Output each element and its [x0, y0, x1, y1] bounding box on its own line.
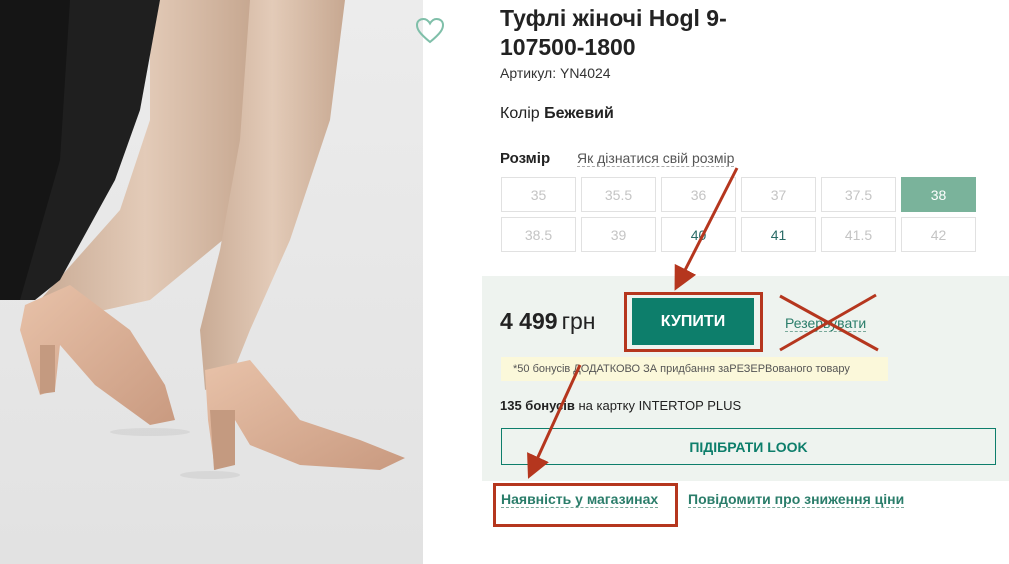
product-photo	[0, 0, 423, 564]
size-option[interactable]: 37.5	[821, 177, 896, 212]
favorite-button[interactable]	[415, 17, 445, 45]
size-option[interactable]: 38.5	[501, 217, 576, 252]
product-sku: Артикул: YN4024	[500, 65, 611, 81]
size-option[interactable]: 41	[741, 217, 816, 252]
product-color: Колір Бежевий	[500, 105, 614, 123]
buy-button[interactable]: КУПИТИ	[632, 298, 754, 345]
size-label: Розмір	[500, 150, 551, 167]
size-option[interactable]: 36	[661, 177, 736, 212]
product-title: Туфлі жіночі Hogl 9-107500-1800	[500, 5, 727, 60]
size-option[interactable]: 35.5	[581, 177, 656, 212]
size-guide-link[interactable]: Як дізнатися свій розмір	[577, 150, 735, 167]
price-currency: грн	[561, 308, 596, 334]
color-label: Колір	[500, 105, 540, 122]
price: 4 499 грн	[500, 308, 595, 335]
size-option[interactable]: 37	[741, 177, 816, 212]
price-value: 4 499	[500, 308, 558, 334]
size-option[interactable]: 38	[901, 177, 976, 212]
price-drop-notify-link[interactable]: Повідомити про зниження ціни	[688, 491, 905, 508]
color-value: Бежевий	[544, 105, 614, 122]
bonus-amount: 135 бонусів	[500, 398, 575, 413]
size-option[interactable]: 42	[901, 217, 976, 252]
store-availability-link[interactable]: Наявність у магазинах	[501, 491, 659, 508]
size-option[interactable]: 40	[661, 217, 736, 252]
size-option[interactable]: 35	[501, 177, 576, 212]
shoe-photo	[0, 0, 423, 564]
heart-outline-icon	[415, 17, 445, 44]
size-option[interactable]: 39	[581, 217, 656, 252]
bonus-card-text: на картку INTERTOP PLUS	[578, 398, 742, 413]
sku-value: YN4024	[559, 65, 611, 81]
size-header: Розмір Як дізнатися свій розмір	[500, 150, 735, 167]
bonus-note: *50 бонусів ДОДАТКОВО ЗА придбання заРЕЗ…	[501, 357, 888, 381]
bonus-info: 135 бонусів на картку INTERTOP PLUS	[500, 398, 741, 413]
pick-look-button[interactable]: ПІДІБРАТИ LOOK	[501, 428, 996, 465]
size-grid: 35 35.5 36 37 37.5 38 38.5 39 40 41 41.5…	[501, 177, 977, 252]
sku-label: Артикул:	[500, 65, 557, 81]
reserve-link[interactable]: Резервувати	[785, 315, 867, 332]
size-option[interactable]: 41.5	[821, 217, 896, 252]
